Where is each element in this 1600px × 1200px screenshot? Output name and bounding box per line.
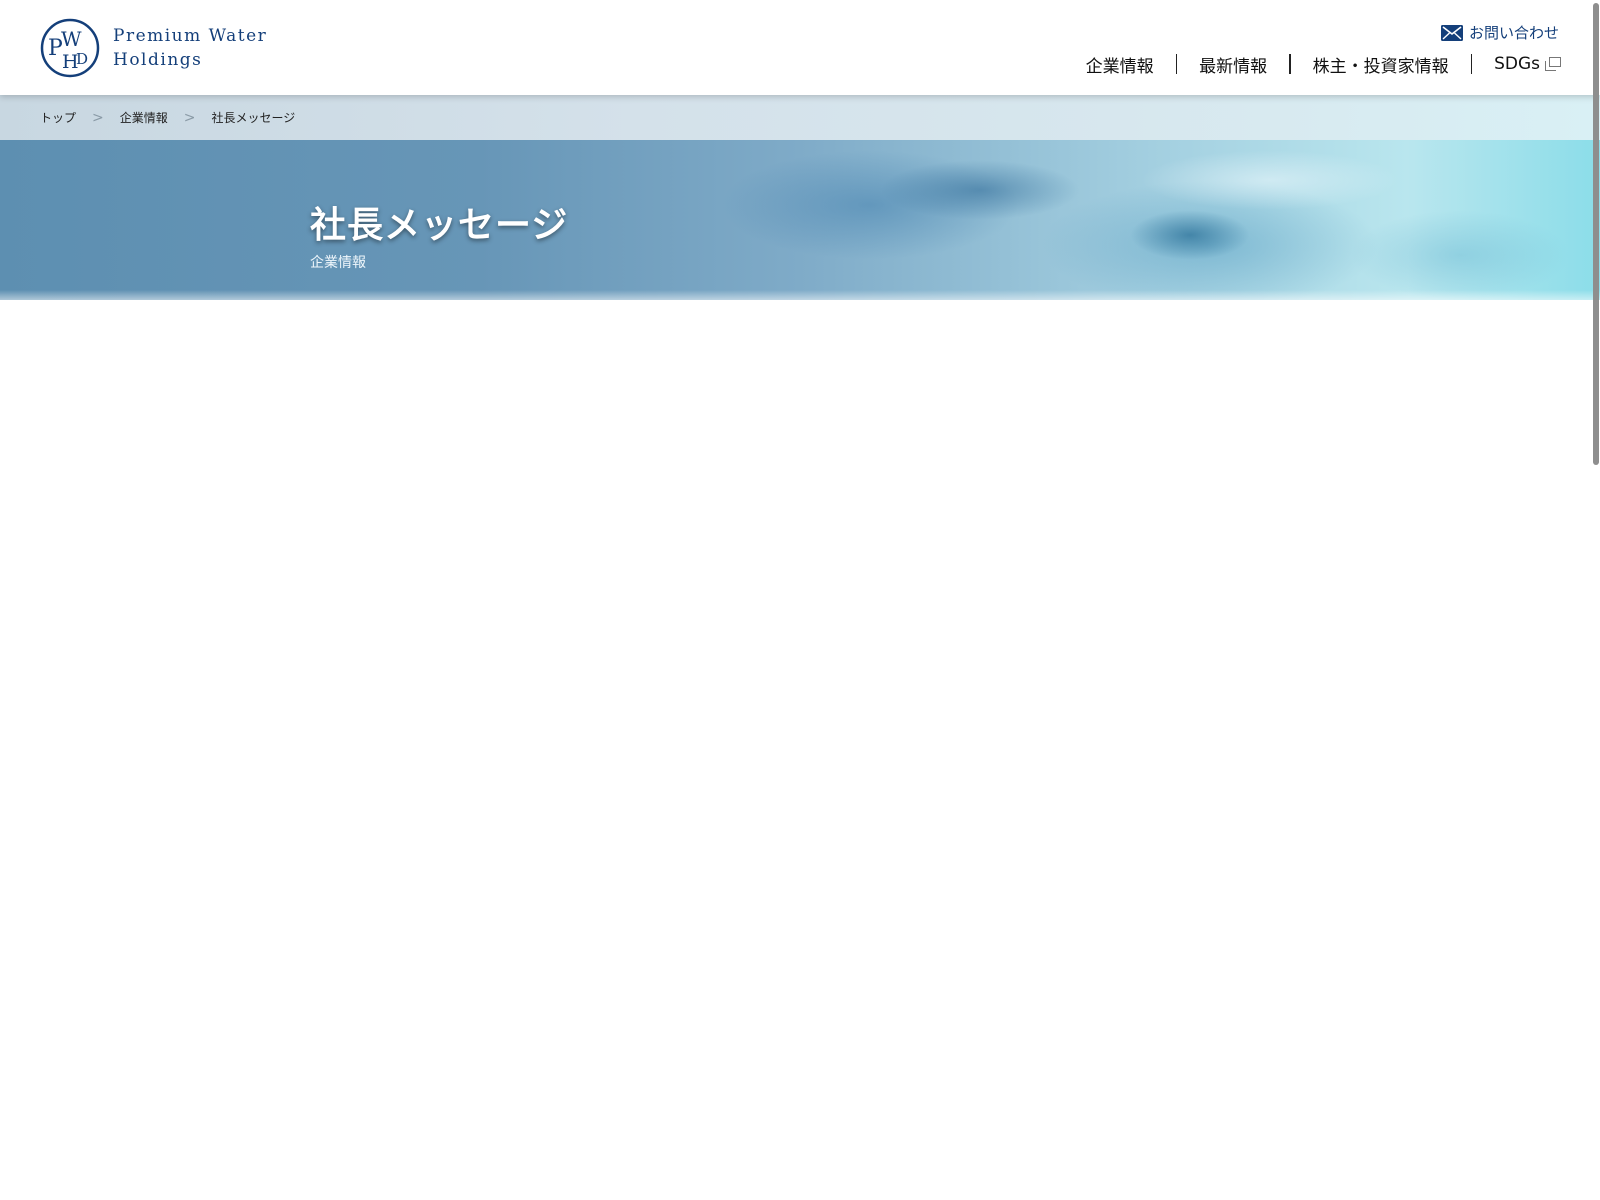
logo-wordmark: Premium Water Holdings: [113, 24, 267, 72]
breadcrumb-list: トップ > 企業情報 > 社長メッセージ: [40, 109, 295, 126]
nav-item-label: SDGs: [1494, 54, 1540, 74]
nav-item-news[interactable]: 最新情報: [1177, 50, 1289, 78]
breadcrumb-item-top[interactable]: トップ: [40, 109, 76, 126]
logo-line-1: Premium Water: [113, 26, 268, 46]
page-category: 企業情報: [310, 255, 366, 271]
logo-line-2: Holdings: [113, 50, 203, 70]
breadcrumb-item-company[interactable]: 企業情報: [120, 109, 168, 126]
svg-text:D: D: [76, 50, 88, 68]
scrollbar-thumb[interactable]: [1593, 3, 1599, 465]
nav-item-label: 最新情報: [1199, 56, 1268, 77]
water-ripple-decoration: [1350, 210, 1570, 300]
site-logo[interactable]: P W H D Premium Water Holdings: [40, 18, 267, 78]
mail-icon: [1440, 24, 1463, 41]
contact-label: お問い合わせ: [1468, 24, 1559, 42]
nav-item-label: 株主・投資家情報: [1312, 56, 1449, 77]
breadcrumb-separator: >: [92, 109, 104, 126]
nav-item-company[interactable]: 企業情報: [1064, 50, 1176, 78]
nav-item-ir[interactable]: 株主・投資家情報: [1291, 50, 1471, 78]
svg-text:W: W: [61, 27, 82, 51]
nav-item-label: 企業情報: [1085, 56, 1154, 77]
water-highlight-decoration: [1140, 150, 1400, 210]
vertical-scrollbar[interactable]: [1592, 0, 1600, 1200]
site-header: P W H D Premium Water Holdings お問い合わせ 企業…: [0, 0, 1600, 95]
water-droplet-decoration: [1130, 210, 1250, 260]
breadcrumb-separator: >: [183, 109, 196, 126]
breadcrumb-item-current: 社長メッセージ: [211, 111, 296, 125]
nav-item-sdgs[interactable]: SDGs: [1472, 50, 1561, 78]
logo-monogram-icon: P W H D: [40, 18, 100, 78]
external-link-icon: [1545, 57, 1561, 71]
contact-link[interactable]: お問い合わせ: [1440, 22, 1559, 43]
breadcrumb: トップ > 企業情報 > 社長メッセージ: [0, 95, 1600, 140]
page-title: 社長メッセージ: [310, 205, 569, 246]
hero-bottom-fade: [0, 290, 1600, 300]
global-nav: 企業情報 最新情報 株主・投資家情報 SDGs: [1064, 50, 1561, 78]
page-hero-banner: 社長メッセージ 企業情報: [0, 140, 1600, 300]
water-ripple-decoration: [880, 160, 1080, 220]
